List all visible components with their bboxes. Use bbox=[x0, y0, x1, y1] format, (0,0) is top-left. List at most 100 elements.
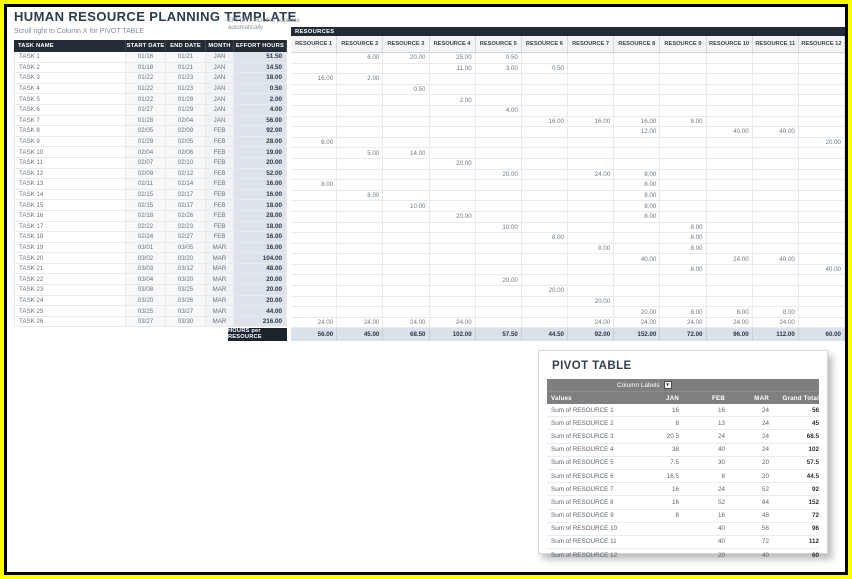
resource-cell[interactable] bbox=[753, 170, 799, 181]
resource-cell[interactable]: 8.00 bbox=[522, 233, 568, 244]
task-effort-cell[interactable]: 18.00 bbox=[234, 200, 287, 211]
pivot-mar-cell[interactable]: 72 bbox=[727, 538, 771, 545]
resource-cell[interactable]: 8.00 bbox=[568, 244, 614, 255]
resource-cell[interactable] bbox=[383, 159, 429, 170]
resource-cell[interactable] bbox=[430, 180, 476, 191]
resource-cell[interactable] bbox=[430, 148, 476, 159]
resource-cell[interactable]: 20.00 bbox=[568, 297, 614, 308]
task-effort-cell[interactable]: 56.00 bbox=[234, 116, 287, 127]
resource-cell[interactable]: 20.00 bbox=[430, 159, 476, 170]
resource-cell[interactable] bbox=[799, 53, 845, 64]
resource-cell[interactable] bbox=[707, 138, 753, 149]
resource-cell[interactable] bbox=[568, 191, 614, 202]
task-start-cell[interactable]: 02/05 bbox=[126, 126, 166, 137]
pivot-jan-cell[interactable]: 16 bbox=[639, 407, 681, 414]
resource-cell[interactable] bbox=[291, 106, 337, 117]
resource-cell[interactable] bbox=[568, 95, 614, 106]
task-name-cell[interactable]: TASK 15 bbox=[14, 200, 126, 211]
pivot-mar-cell[interactable]: 20 bbox=[727, 459, 771, 466]
resource-cell[interactable]: 25.00 bbox=[430, 53, 476, 64]
pivot-jan-cell[interactable]: 16.5 bbox=[639, 473, 681, 480]
resource-cell[interactable] bbox=[614, 148, 660, 159]
resource-cell[interactable] bbox=[753, 297, 799, 308]
task-effort-cell[interactable]: 16.00 bbox=[234, 179, 287, 190]
resource-cell[interactable]: 40.00 bbox=[753, 254, 799, 265]
resource-cell[interactable] bbox=[383, 74, 429, 85]
resource-cell[interactable] bbox=[660, 191, 706, 202]
task-end-cell[interactable]: 01/29 bbox=[166, 105, 206, 116]
task-name-cell[interactable]: TASK 4 bbox=[14, 84, 126, 95]
task-end-cell[interactable]: 01/28 bbox=[166, 94, 206, 105]
resource-cell[interactable] bbox=[291, 53, 337, 64]
task-name-cell[interactable]: TASK 3 bbox=[14, 73, 126, 84]
resource-cell[interactable] bbox=[753, 212, 799, 223]
resource-cell[interactable] bbox=[430, 254, 476, 265]
task-start-cell[interactable]: 02/09 bbox=[126, 169, 166, 180]
resource-cell[interactable]: 8.00 bbox=[614, 180, 660, 191]
task-end-cell[interactable]: 01/21 bbox=[166, 52, 206, 63]
resource-cell[interactable] bbox=[522, 148, 568, 159]
task-effort-cell[interactable]: 28.00 bbox=[234, 211, 287, 222]
pivot-feb-cell[interactable]: 40 bbox=[681, 446, 727, 453]
resource-cell[interactable] bbox=[337, 95, 383, 106]
task-month-cell[interactable]: FEB bbox=[206, 147, 234, 158]
resource-cell[interactable] bbox=[753, 117, 799, 128]
resource-cell[interactable] bbox=[660, 180, 706, 191]
resource-cell[interactable] bbox=[337, 212, 383, 223]
resource-cell[interactable] bbox=[707, 106, 753, 117]
resource-cell[interactable] bbox=[291, 212, 337, 223]
resource-cell[interactable] bbox=[799, 95, 845, 106]
resource-cell[interactable] bbox=[383, 307, 429, 318]
resource-cell[interactable] bbox=[476, 254, 522, 265]
resource-cell[interactable] bbox=[522, 138, 568, 149]
resource-cell[interactable] bbox=[291, 275, 337, 286]
resource-cell[interactable] bbox=[476, 117, 522, 128]
resource-cell[interactable] bbox=[291, 286, 337, 297]
task-start-cell[interactable]: 01/27 bbox=[126, 105, 166, 116]
task-name-cell[interactable]: TASK 22 bbox=[14, 274, 126, 285]
resource-cell[interactable] bbox=[430, 117, 476, 128]
resource-cell[interactable] bbox=[337, 138, 383, 149]
resource-cell[interactable] bbox=[799, 297, 845, 308]
resource-cell[interactable] bbox=[753, 286, 799, 297]
resource-cell[interactable]: 20.00 bbox=[383, 53, 429, 64]
resource-cell[interactable] bbox=[522, 95, 568, 106]
resource-cell[interactable] bbox=[707, 233, 753, 244]
resource-cell[interactable] bbox=[291, 127, 337, 138]
resource-cell[interactable] bbox=[568, 64, 614, 75]
task-month-cell[interactable]: FEB bbox=[206, 137, 234, 148]
task-month-cell[interactable]: MAR bbox=[206, 306, 234, 317]
resource-cell[interactable] bbox=[614, 297, 660, 308]
resource-cell[interactable] bbox=[753, 244, 799, 255]
task-start-cell[interactable]: 01/22 bbox=[126, 84, 166, 95]
resource-cell[interactable]: 8.00 bbox=[614, 170, 660, 181]
resource-cell[interactable] bbox=[568, 223, 614, 234]
task-end-cell[interactable]: 03/05 bbox=[166, 243, 206, 254]
task-name-cell[interactable]: TASK 1 bbox=[14, 52, 126, 63]
task-end-cell[interactable]: 02/05 bbox=[166, 137, 206, 148]
pivot-mar-cell[interactable]: 20 bbox=[727, 473, 771, 480]
resource-cell[interactable] bbox=[291, 201, 337, 212]
resource-cell[interactable] bbox=[614, 223, 660, 234]
resource-cell[interactable] bbox=[707, 286, 753, 297]
resource-cell[interactable]: 24.00 bbox=[568, 170, 614, 181]
resource-cell[interactable] bbox=[383, 106, 429, 117]
resource-cell[interactable] bbox=[614, 138, 660, 149]
resource-cell[interactable] bbox=[799, 106, 845, 117]
resource-cell[interactable] bbox=[291, 95, 337, 106]
resource-cell[interactable] bbox=[291, 223, 337, 234]
resource-cell[interactable] bbox=[383, 64, 429, 75]
resource-cell[interactable] bbox=[614, 265, 660, 276]
task-start-cell[interactable]: 02/04 bbox=[126, 147, 166, 158]
pivot-mar-cell[interactable]: 24 bbox=[727, 407, 771, 414]
task-name-cell[interactable]: TASK 10 bbox=[14, 147, 126, 158]
resource-cell[interactable] bbox=[430, 286, 476, 297]
resource-cell[interactable]: 8.00 bbox=[614, 212, 660, 223]
task-end-cell[interactable]: 02/09 bbox=[166, 126, 206, 137]
resource-cell[interactable] bbox=[799, 148, 845, 159]
resource-cell[interactable] bbox=[476, 307, 522, 318]
pivot-feb-cell[interactable]: 16 bbox=[681, 407, 727, 414]
resource-cell[interactable] bbox=[799, 85, 845, 96]
resource-cell[interactable] bbox=[337, 223, 383, 234]
resource-cell[interactable] bbox=[614, 106, 660, 117]
